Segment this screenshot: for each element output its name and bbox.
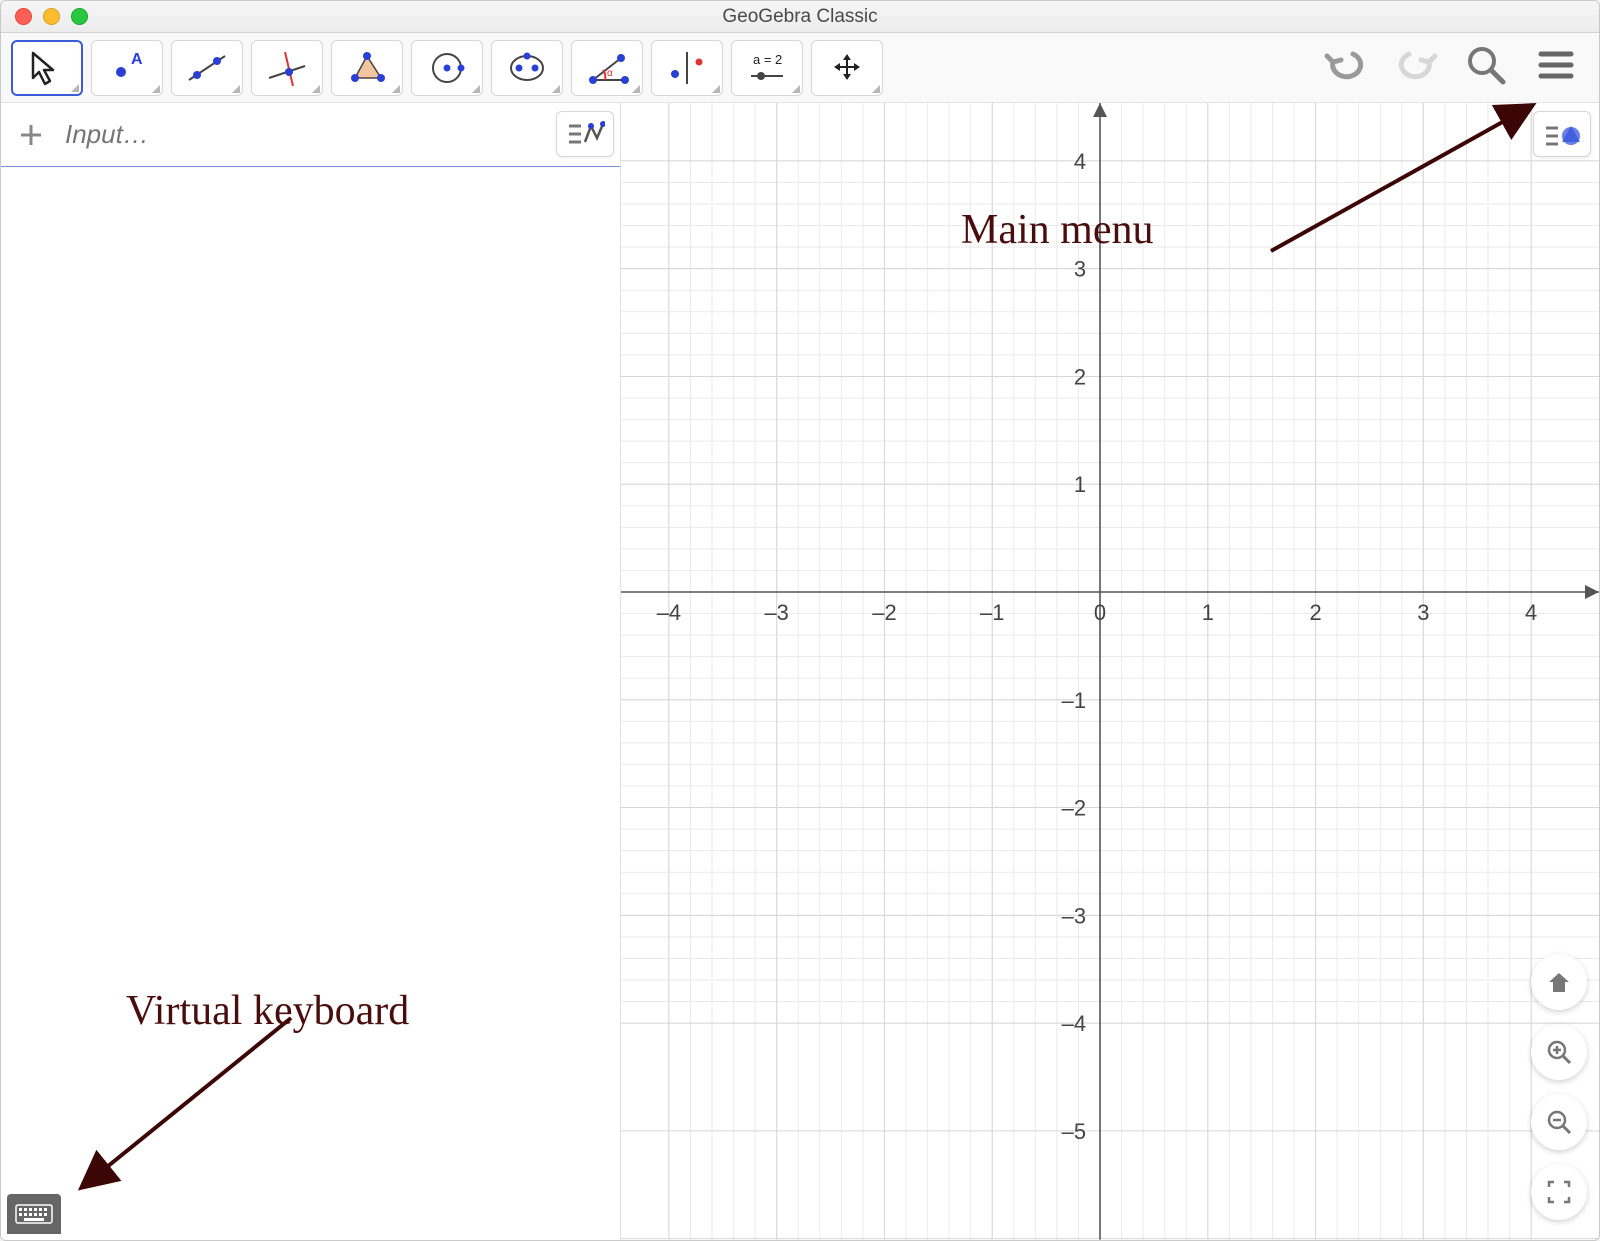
svg-text:A: A <box>131 51 143 68</box>
svg-text:3: 3 <box>1074 257 1086 282</box>
add-object-button[interactable] <box>9 113 53 157</box>
zoom-out-button[interactable] <box>1531 1094 1587 1150</box>
chevron-down-icon <box>472 85 480 93</box>
perpendicular-tool[interactable] <box>251 40 323 96</box>
search-button[interactable] <box>1463 42 1509 93</box>
chevron-down-icon <box>392 85 400 93</box>
fullscreen-button[interactable] <box>1531 1164 1587 1220</box>
right-actions <box>1323 42 1579 93</box>
reflect-tool[interactable] <box>651 40 723 96</box>
svg-text:–4: –4 <box>1062 1011 1086 1036</box>
tool-buttons: A <box>11 40 883 96</box>
algebra-input[interactable] <box>63 117 612 153</box>
svg-text:–1: –1 <box>1062 688 1086 713</box>
content-area: –4 –3 –2 –1 0 1 2 3 4 –5 –4 –3 –2 –1 1 2 3 4 <box>1 103 1599 1240</box>
input-row <box>1 103 620 167</box>
angle-tool[interactable]: α <box>571 40 643 96</box>
chevron-down-icon <box>792 85 800 93</box>
svg-text:–4: –4 <box>657 600 681 625</box>
chevron-down-icon <box>552 85 560 93</box>
svg-text:–2: –2 <box>1062 796 1086 821</box>
svg-text:0: 0 <box>1094 600 1106 625</box>
svg-text:1: 1 <box>1202 600 1214 625</box>
svg-text:3: 3 <box>1417 600 1429 625</box>
chevron-down-icon <box>872 85 880 93</box>
circle-tool[interactable] <box>411 40 483 96</box>
redo-button[interactable] <box>1393 42 1439 93</box>
polygon-tool[interactable] <box>331 40 403 96</box>
window-title: GeoGebra Classic <box>1 6 1599 28</box>
coordinate-grid: –4 –3 –2 –1 0 1 2 3 4 –5 –4 –3 –2 –1 1 2 3 4 <box>621 103 1599 1240</box>
svg-text:a = 2: a = 2 <box>753 52 782 67</box>
chevron-down-icon <box>632 85 640 93</box>
zoom-in-button[interactable] <box>1531 1024 1587 1080</box>
graphics-view[interactable]: –4 –3 –2 –1 0 1 2 3 4 –5 –4 –3 –2 –1 1 2 3 4 <box>621 103 1599 1240</box>
svg-text:α: α <box>607 68 613 79</box>
chevron-down-icon <box>712 85 720 93</box>
svg-text:–2: –2 <box>872 600 896 625</box>
algebra-view <box>1 103 621 1240</box>
home-button[interactable] <box>1531 954 1587 1010</box>
algebra-style-button[interactable] <box>556 111 614 157</box>
virtual-keyboard-button[interactable] <box>7 1194 61 1234</box>
chevron-down-icon <box>152 85 160 93</box>
point-tool[interactable]: A <box>91 40 163 96</box>
graphics-style-button[interactable] <box>1533 111 1591 157</box>
slider-tool[interactable]: a = 2 <box>731 40 803 96</box>
svg-text:–5: –5 <box>1062 1119 1086 1144</box>
line-tool[interactable] <box>171 40 243 96</box>
svg-text:–3: –3 <box>1062 903 1086 928</box>
svg-text:4: 4 <box>1074 149 1086 174</box>
conic-tool[interactable] <box>491 40 563 96</box>
chevron-down-icon <box>232 85 240 93</box>
svg-text:2: 2 <box>1309 600 1321 625</box>
undo-button[interactable] <box>1323 42 1369 93</box>
move-tool[interactable] <box>11 40 83 96</box>
svg-text:–3: –3 <box>764 600 788 625</box>
main-menu-button[interactable] <box>1533 42 1579 93</box>
titlebar: GeoGebra Classic <box>1 1 1599 33</box>
svg-text:2: 2 <box>1074 364 1086 389</box>
chevron-down-icon <box>312 85 320 93</box>
svg-text:1: 1 <box>1074 472 1086 497</box>
svg-text:–1: –1 <box>980 600 1004 625</box>
move-view-tool[interactable] <box>811 40 883 96</box>
app-window: GeoGebra Classic A <box>0 0 1600 1241</box>
chevron-down-icon <box>71 84 79 92</box>
main-toolbar: A <box>1 33 1599 103</box>
graphics-side-controls <box>1531 954 1587 1220</box>
svg-text:4: 4 <box>1525 600 1537 625</box>
